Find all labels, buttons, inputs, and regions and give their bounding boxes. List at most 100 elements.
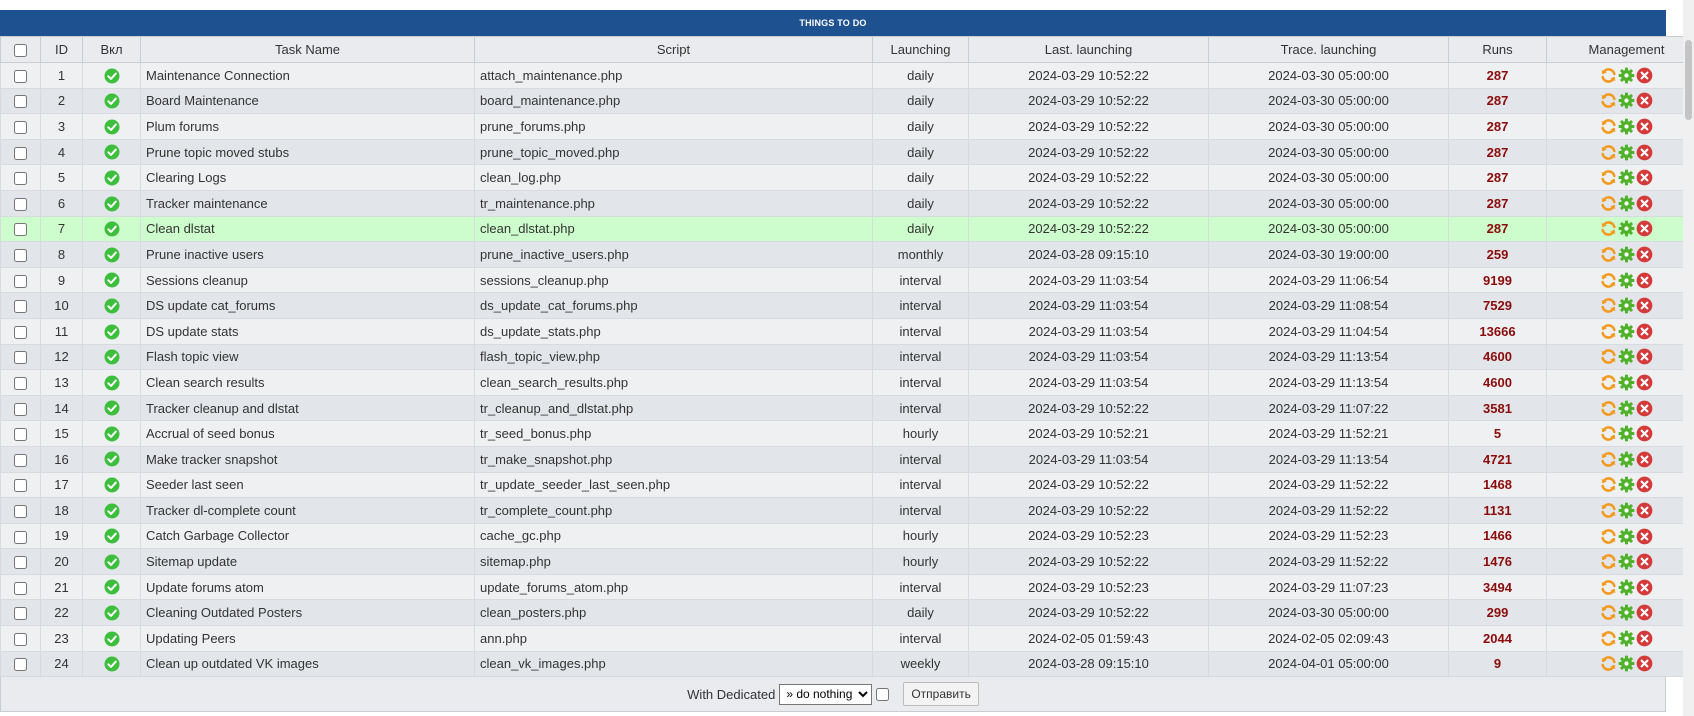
gear-icon[interactable] — [1618, 579, 1635, 596]
table-row[interactable]: 13 Clean search results clean_search_resul… — [0, 369, 1694, 396]
refresh-icon[interactable] — [1600, 502, 1617, 519]
close-circle-icon[interactable] — [1636, 579, 1653, 596]
check-circle-icon[interactable] — [104, 272, 120, 288]
gear-icon[interactable] — [1618, 323, 1635, 340]
row-select-cell[interactable] — [0, 215, 41, 243]
gear-icon[interactable] — [1618, 553, 1635, 570]
select-all-checkbox[interactable] — [14, 44, 27, 58]
row-select-cell[interactable] — [0, 445, 41, 473]
table-row[interactable]: 20 Sitemap update sitemap.php hourly 2024-03… — [0, 548, 1694, 575]
row-checkbox[interactable] — [14, 274, 27, 288]
col-header-id[interactable]: ID — [40, 36, 83, 63]
row-select-cell[interactable] — [0, 343, 41, 371]
close-circle-icon[interactable] — [1636, 630, 1653, 647]
row-select-cell[interactable] — [0, 266, 41, 294]
gear-icon[interactable] — [1618, 348, 1635, 365]
check-circle-icon[interactable] — [104, 170, 120, 186]
table-row[interactable]: 15 Accrual of seed bonus tr_seed_bonus.php… — [0, 420, 1694, 447]
enabled-cell[interactable] — [82, 215, 141, 243]
row-select-cell[interactable] — [0, 113, 41, 140]
enabled-cell[interactable] — [82, 394, 141, 422]
refresh-icon[interactable] — [1600, 425, 1617, 442]
refresh-icon[interactable] — [1600, 630, 1617, 647]
gear-icon[interactable] — [1618, 118, 1635, 135]
table-row[interactable]: 18 Tracker dl-complete count tr_complete_c… — [0, 497, 1694, 524]
gear-icon[interactable] — [1618, 502, 1635, 519]
refresh-icon[interactable] — [1600, 323, 1617, 340]
col-header-launching[interactable]: Launching — [872, 36, 969, 63]
row-checkbox[interactable] — [14, 325, 27, 339]
enabled-cell[interactable] — [82, 113, 141, 140]
row-select-cell[interactable] — [0, 420, 41, 447]
close-circle-icon[interactable] — [1636, 220, 1653, 237]
check-circle-icon[interactable] — [104, 656, 120, 672]
row-checkbox[interactable] — [14, 504, 27, 518]
row-select-cell[interactable] — [0, 548, 41, 575]
row-checkbox[interactable] — [14, 69, 27, 83]
close-circle-icon[interactable] — [1636, 144, 1653, 161]
table-row[interactable]: 11 DS update stats ds_update_stats.php inte… — [0, 317, 1694, 345]
row-checkbox[interactable] — [14, 658, 27, 672]
row-select-cell[interactable] — [0, 650, 41, 678]
row-select-cell[interactable] — [0, 394, 41, 422]
refresh-icon[interactable] — [1600, 195, 1617, 212]
refresh-icon[interactable] — [1600, 297, 1617, 314]
refresh-icon[interactable] — [1600, 348, 1617, 365]
scrollbar[interactable] — [1683, 0, 1694, 716]
enabled-cell[interactable] — [82, 497, 141, 524]
check-circle-icon[interactable] — [104, 528, 120, 544]
table-row[interactable]: 19 Catch Garbage Collector cache_gc.php hou… — [0, 522, 1694, 550]
refresh-icon[interactable] — [1600, 655, 1617, 672]
row-select-cell[interactable] — [0, 317, 41, 345]
row-checkbox[interactable] — [14, 530, 27, 544]
refresh-icon[interactable] — [1600, 118, 1617, 135]
close-circle-icon[interactable] — [1636, 92, 1653, 109]
row-checkbox[interactable] — [14, 581, 27, 595]
refresh-icon[interactable] — [1600, 604, 1617, 621]
enabled-cell[interactable] — [82, 573, 141, 601]
row-checkbox[interactable] — [14, 351, 27, 365]
row-checkbox[interactable] — [14, 300, 27, 314]
close-circle-icon[interactable] — [1636, 118, 1653, 135]
gear-icon[interactable] — [1618, 92, 1635, 109]
table-row[interactable]: 14 Tracker cleanup and dlstat tr_cleanup_a… — [0, 394, 1694, 422]
row-select-cell[interactable] — [0, 62, 41, 89]
gear-icon[interactable] — [1618, 297, 1635, 314]
check-circle-icon[interactable] — [104, 196, 120, 212]
row-select-cell[interactable] — [0, 625, 41, 652]
gear-icon[interactable] — [1618, 630, 1635, 647]
gear-icon[interactable] — [1618, 67, 1635, 84]
close-circle-icon[interactable] — [1636, 553, 1653, 570]
row-select-cell[interactable] — [0, 471, 41, 499]
table-row[interactable]: 21 Update forums atom update_forums_atom.p… — [0, 573, 1694, 601]
check-circle-icon[interactable] — [104, 93, 120, 109]
col-header-enabled[interactable]: Вкл — [82, 36, 141, 63]
table-row[interactable]: 10 DS update cat_forums ds_update_cat_foru… — [0, 292, 1694, 319]
table-row[interactable]: 24 Clean up outdated VK images clean_vk_im… — [0, 650, 1694, 678]
gear-icon[interactable] — [1618, 476, 1635, 493]
row-checkbox[interactable] — [14, 121, 27, 135]
close-circle-icon[interactable] — [1636, 528, 1653, 545]
row-checkbox[interactable] — [14, 556, 27, 570]
close-circle-icon[interactable] — [1636, 323, 1653, 340]
table-row[interactable]: 4 Prune topic moved stubs prune_topic_move… — [0, 138, 1694, 166]
check-circle-icon[interactable] — [104, 631, 120, 647]
check-circle-icon[interactable] — [104, 144, 120, 160]
enabled-cell[interactable] — [82, 445, 141, 473]
close-circle-icon[interactable] — [1636, 400, 1653, 417]
table-row[interactable]: 8 Prune inactive users prune_inactive_user… — [0, 241, 1694, 268]
enabled-cell[interactable] — [82, 369, 141, 396]
refresh-icon[interactable] — [1600, 553, 1617, 570]
row-checkbox[interactable] — [14, 402, 27, 416]
close-circle-icon[interactable] — [1636, 476, 1653, 493]
check-circle-icon[interactable] — [104, 221, 120, 237]
close-circle-icon[interactable] — [1636, 195, 1653, 212]
col-header-next-launching[interactable]: Trace. launching — [1208, 36, 1449, 63]
close-circle-icon[interactable] — [1636, 169, 1653, 186]
close-circle-icon[interactable] — [1636, 604, 1653, 621]
check-circle-icon[interactable] — [104, 375, 120, 391]
row-select-cell[interactable] — [0, 189, 41, 217]
table-row[interactable]: 5 Clearing Logs clean_log.php daily 2024-03-… — [0, 164, 1694, 191]
row-checkbox[interactable] — [14, 453, 27, 467]
close-circle-icon[interactable] — [1636, 348, 1653, 365]
